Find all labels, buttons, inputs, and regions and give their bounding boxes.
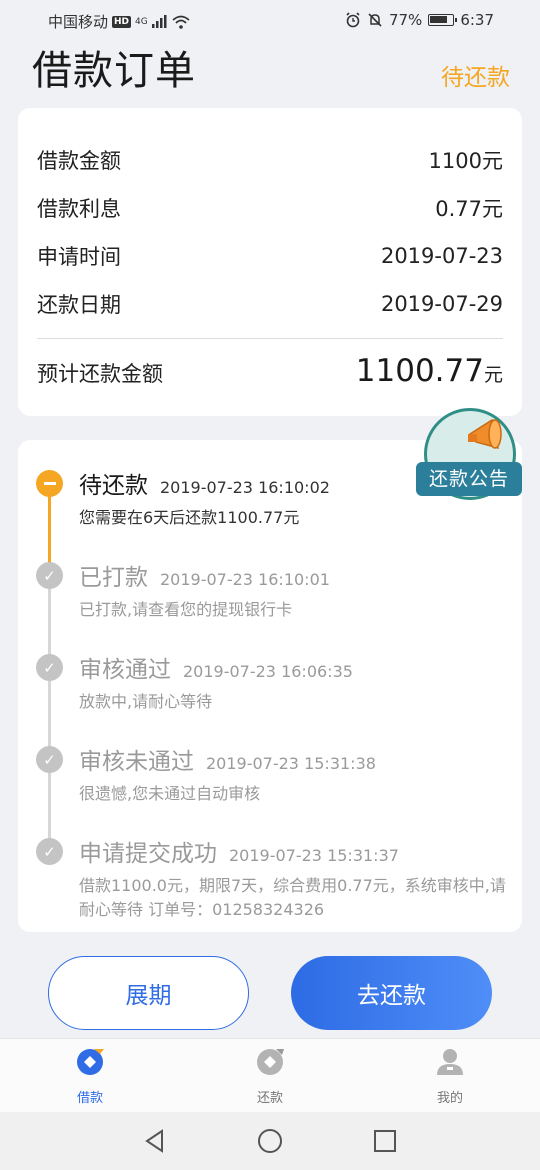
timeline-time: 2019-07-23 16:10:02: [160, 478, 330, 497]
mute-icon: [368, 13, 382, 27]
timeline-desc: 已打款,请查看您的提现银行卡: [79, 600, 293, 619]
megaphone-icon: [468, 418, 502, 450]
summary-label: 还款日期: [37, 293, 121, 317]
timeline-time: 2019-07-23 15:31:38: [206, 754, 376, 773]
signal-icon: [151, 15, 167, 28]
pending-dot-icon: [36, 470, 63, 497]
total-label: 预计还款金额: [37, 362, 163, 386]
repay-icon: [254, 1045, 286, 1077]
timeline-desc: 放款中,请耐心等待: [79, 692, 213, 711]
timeline-title: 已打款: [79, 565, 148, 591]
borrow-icon: [74, 1045, 106, 1077]
loan-summary-card: 借款金额 1100元 借款利息 0.77元 申请时间 2019-07-23 还款…: [18, 108, 522, 416]
summary-label: 借款金额: [37, 149, 121, 173]
alarm-icon: [346, 12, 360, 28]
total-value: 1100.77: [355, 353, 484, 389]
timeline-title: 申请提交成功: [79, 841, 217, 867]
check-icon: ✓: [36, 562, 63, 589]
tab-label: 还款: [256, 1091, 283, 1106]
back-icon[interactable]: [142, 1128, 168, 1154]
announcement-label: 还款公告: [416, 462, 522, 496]
summary-value: 0.77元: [435, 197, 503, 221]
tab-label: 借款: [76, 1091, 103, 1106]
timeline-time: 2019-07-23 16:06:35: [183, 662, 353, 681]
user-icon: [434, 1045, 466, 1077]
summary-row-apply-date: 申请时间 2019-07-23: [37, 232, 503, 280]
page-title: 借款订单: [32, 48, 196, 94]
check-icon: ✓: [36, 838, 63, 865]
timeline-time: 2019-07-23 15:31:37: [229, 846, 399, 865]
total-amount: 1100.77元: [356, 353, 503, 389]
home-icon[interactable]: [257, 1128, 283, 1154]
wifi-icon: [172, 15, 190, 29]
carrier-name: 中国移动: [48, 13, 109, 31]
total-row: 预计还款金额 1100.77元: [37, 353, 503, 389]
summary-value: 2019-07-29: [380, 292, 503, 316]
tab-mine[interactable]: 我的: [400, 1045, 500, 1106]
check-icon: ✓: [36, 654, 63, 681]
summary-value: 2019-07-23: [380, 244, 503, 268]
timeline-desc: 您需要在6天后还款1100.77元: [79, 508, 300, 527]
status-bar: 中国移动 HD 4G 77% 6:37: [0, 0, 540, 42]
tab-borrow[interactable]: 借款: [40, 1045, 140, 1106]
timeline-title: 审核通过: [79, 657, 171, 683]
timeline-title: 审核未通过: [79, 749, 194, 775]
network-type: 4G: [135, 16, 148, 27]
hd-badge: HD: [112, 15, 132, 28]
tab-bar: 借款 还款 我的: [0, 1038, 540, 1112]
repayment-announcement-button[interactable]: 还款公告: [416, 404, 524, 508]
extend-button[interactable]: 展期: [48, 956, 249, 1030]
status-left: 中国移动 HD 4G: [48, 11, 190, 32]
summary-row-amount: 借款金额 1100元: [37, 136, 503, 184]
summary-label: 申请时间: [37, 245, 121, 269]
summary-value: 1100元: [428, 149, 503, 173]
order-timeline-card: 待还款 2019-07-23 16:10:02 您需要在6天后还款1100.77…: [18, 440, 522, 932]
status-right: 77% 6:37: [345, 11, 494, 29]
timeline-title: 待还款: [79, 473, 148, 499]
clock: 6:37: [460, 11, 494, 29]
tab-label: 我的: [436, 1091, 463, 1106]
order-status: 待还款: [441, 65, 510, 91]
timeline-desc: 很遗憾,您未通过自动审核: [79, 784, 261, 803]
summary-label: 借款利息: [37, 197, 121, 221]
battery-icon: [428, 14, 458, 26]
battery-percent: 77%: [388, 11, 423, 29]
total-unit: 元: [483, 364, 503, 386]
check-icon: ✓: [36, 746, 63, 773]
summary-row-repay-date: 还款日期 2019-07-29: [37, 280, 503, 328]
timeline-time: 2019-07-23 16:10:01: [160, 570, 330, 589]
summary-row-interest: 借款利息 0.77元: [37, 184, 503, 232]
tab-repay[interactable]: 还款: [220, 1045, 320, 1106]
timeline-desc: 借款1100.0元，期限7天，综合费用0.77元，系统审核中,请耐心等待 订单号…: [79, 876, 506, 919]
system-nav-bar: [0, 1112, 540, 1170]
repay-button[interactable]: 去还款: [291, 956, 492, 1030]
divider: [37, 338, 503, 339]
recent-apps-icon[interactable]: [372, 1128, 398, 1154]
